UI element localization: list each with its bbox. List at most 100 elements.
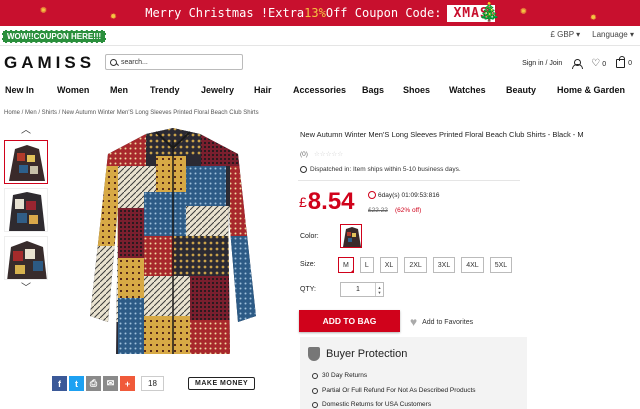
firework-icon: ✺ xyxy=(40,3,47,16)
make-money-button[interactable]: MAKE MONEY xyxy=(188,377,256,390)
currency-selector[interactable]: £ GBP ▾ xyxy=(550,30,580,39)
nav-item-jewelry[interactable]: Jewelry xyxy=(201,85,234,95)
size-option-m[interactable]: M xyxy=(338,257,354,273)
heart-icon: ♥ xyxy=(410,315,418,329)
list-item: Domestic Returns for USA Customers xyxy=(312,401,431,408)
nav-item-accessories[interactable]: Accessories xyxy=(293,85,346,95)
share-bar: f t ⎙ ✉ + 18 xyxy=(52,376,164,391)
quantity-value[interactable]: 1 xyxy=(341,286,375,293)
bag-count: 0 xyxy=(628,60,632,67)
nav-item-beauty[interactable]: Beauty xyxy=(506,85,536,95)
clock-icon xyxy=(300,166,307,173)
nav-item-shoes[interactable]: Shoes xyxy=(403,85,430,95)
review-count-text: (0) xyxy=(300,151,308,158)
email-icon[interactable]: ✉ xyxy=(103,376,118,391)
color-label: Color: xyxy=(300,233,319,240)
size-option-xl[interactable]: XL xyxy=(379,257,399,273)
nav-item-trendy[interactable]: Trendy xyxy=(150,85,180,95)
review-count[interactable]: (0) ☆☆☆☆☆ xyxy=(300,150,343,158)
user-icon[interactable] xyxy=(572,58,584,69)
thumbnail-image[interactable] xyxy=(4,188,48,232)
main-nav: New In Women Men Trendy Jewelry Hair Acc… xyxy=(0,85,640,99)
quantity-stepper[interactable]: 1 ▲ ▼ xyxy=(340,282,384,297)
size-option-4xl[interactable]: 4XL xyxy=(461,257,484,273)
price-currency: £ xyxy=(299,194,307,210)
wishlist-button[interactable]: ♡ 0 xyxy=(591,58,606,69)
nav-item-bags[interactable]: Bags xyxy=(362,85,384,95)
firework-icon: ✺ xyxy=(520,4,527,17)
size-option-3xl[interactable]: 3XL xyxy=(432,257,456,273)
bag-icon xyxy=(616,56,626,68)
product-price: £8.54 xyxy=(299,188,355,216)
size-selector: M L XL 2XL 3XL 4XL 5XL xyxy=(338,257,513,273)
search-placeholder: search... xyxy=(121,58,148,66)
timer-text: 6day(s) 01:09:53:816 xyxy=(378,191,440,199)
currency-label: £ GBP xyxy=(550,30,574,39)
nav-item-hair[interactable]: Hair xyxy=(254,85,272,95)
chevron-down-icon[interactable]: ▼ xyxy=(378,290,382,295)
nav-item-women[interactable]: Women xyxy=(57,85,89,95)
utility-bar: WOW!!COUPON HERE!!! £ GBP ▾ Language ▾ xyxy=(0,27,640,45)
check-icon xyxy=(312,401,318,408)
clock-icon xyxy=(368,191,376,199)
twitter-icon[interactable]: t xyxy=(69,376,84,391)
buyer-protection-heading: Buyer Protection xyxy=(326,348,408,360)
chevron-down-icon[interactable]: ﹀ xyxy=(4,284,48,294)
buyer-item-text: Partial Or Full Refund For Not As Descri… xyxy=(322,387,476,394)
nav-item-new-in[interactable]: New In xyxy=(5,85,34,95)
bag-button[interactable]: 0 xyxy=(616,56,632,68)
promo-mid: Off Coupon Code: xyxy=(325,6,442,20)
thumbnail-image[interactable] xyxy=(4,140,48,184)
coupon-link[interactable]: WOW!!COUPON HERE!!! xyxy=(2,30,107,43)
share-plus-icon[interactable]: + xyxy=(120,376,135,391)
buyer-protection-title: Buyer Protection xyxy=(308,347,407,361)
shield-icon xyxy=(308,347,320,361)
rating-stars-icon: ☆☆☆☆☆ xyxy=(313,151,344,158)
price-value: 8.54 xyxy=(307,188,355,215)
print-icon[interactable]: ⎙ xyxy=(86,376,101,391)
site-logo[interactable]: GAMISS xyxy=(4,53,95,73)
size-option-5xl[interactable]: 5XL xyxy=(489,257,513,273)
nav-item-men[interactable]: Men xyxy=(110,85,128,95)
size-label: Size: xyxy=(300,261,316,268)
firework-icon: ✹ xyxy=(110,9,117,22)
search-input[interactable]: search... xyxy=(105,54,243,70)
nav-item-watches[interactable]: Watches xyxy=(449,85,486,95)
size-option-2xl[interactable]: 2XL xyxy=(404,257,427,273)
add-to-favorites-label: Add to Favorites xyxy=(422,318,474,326)
list-item: 30 Day Returns xyxy=(312,372,367,379)
signin-link[interactable]: Sign in / Join xyxy=(522,60,562,67)
buyer-protection-panel: Buyer Protection 30 Day Returns Partial … xyxy=(300,337,527,409)
dispatch-info: Dispatched in: Item ships within 5-10 bu… xyxy=(300,166,461,173)
nav-item-home-garden[interactable]: Home & Garden xyxy=(557,85,625,95)
divider xyxy=(0,45,640,46)
thumbnail-gallery: ︿ ﹀ xyxy=(4,126,50,294)
list-item: Partial Or Full Refund For Not As Descri… xyxy=(312,387,476,394)
buyer-item-text: 30 Day Returns xyxy=(322,372,368,379)
add-to-bag-button[interactable]: ADD TO BAG xyxy=(299,310,400,332)
add-to-favorites-button[interactable]: ♥ Add to Favorites xyxy=(410,315,473,329)
original-price: £22.22 xyxy=(368,207,388,214)
color-swatch[interactable] xyxy=(340,224,362,248)
quantity-spinner[interactable]: ▲ ▼ xyxy=(375,283,383,296)
breadcrumb[interactable]: Home / Men / Shirts / New Autumn Winter … xyxy=(4,110,259,116)
promo-prefix: Merry Christmas !Extra xyxy=(145,6,305,20)
search-icon xyxy=(110,58,117,66)
firework-icon: ✹ xyxy=(590,10,597,23)
facebook-icon[interactable]: f xyxy=(52,376,67,391)
chevron-up-icon[interactable]: ︿ xyxy=(4,126,48,136)
size-option-l[interactable]: L xyxy=(359,257,374,273)
share-count: 18 xyxy=(141,376,164,391)
qty-label: QTY: xyxy=(300,286,316,293)
promo-banner[interactable]: ✺ ✹ ✺ ✹ Merry Christmas !Extra 13% Off C… xyxy=(0,0,640,26)
wishlist-count: 0 xyxy=(602,61,607,68)
promo-percent: 13% xyxy=(304,6,326,20)
check-icon xyxy=(312,372,318,379)
check-icon xyxy=(312,387,318,394)
product-title: New Autumn Winter Men'S Long Sleeves Pri… xyxy=(300,130,584,139)
thumbnail-image[interactable] xyxy=(4,236,48,280)
product-image[interactable] xyxy=(88,126,258,356)
language-selector[interactable]: Language ▾ xyxy=(592,30,634,39)
christmas-tree-icon: 🎄 xyxy=(478,2,501,23)
buyer-item-text: Domestic Returns for USA Customers xyxy=(322,401,432,408)
